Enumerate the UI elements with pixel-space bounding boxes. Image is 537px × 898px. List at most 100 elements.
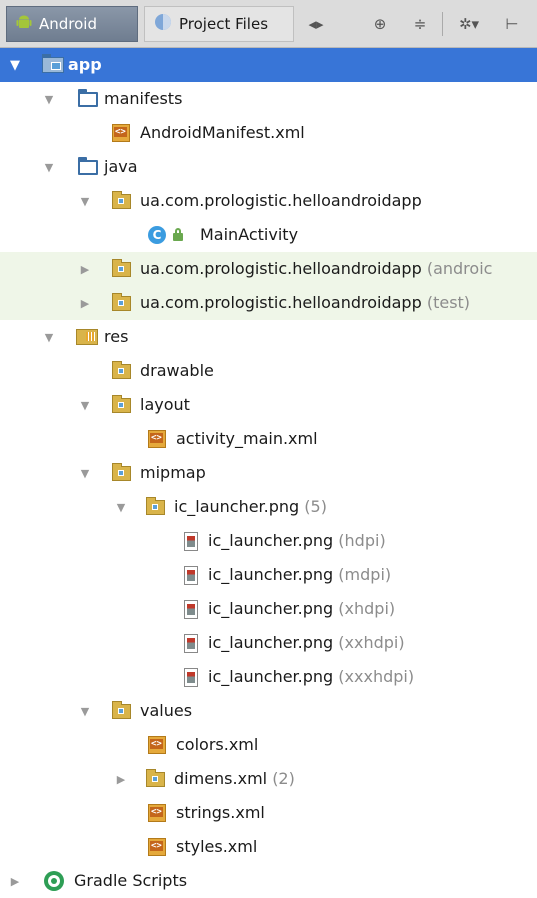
hide-panel-icon[interactable]: ⊢ [500,12,524,36]
tree-node-label: manifests [104,89,183,108]
expand-arrow-icon[interactable]: ▼ [78,704,92,718]
tree-node-qualifier: (xxxhdpi) [338,667,415,686]
tree-node-label: Gradle Scripts [74,871,188,890]
tree-node-android-manifest[interactable]: AndroidManifest.xml [0,116,537,150]
toolbar-divider [442,12,443,36]
tree-node-layout[interactable]: ▼ layout [0,388,537,422]
tree-node-qualifier: (xxhdpi) [338,633,405,652]
tab-android[interactable]: Android [6,6,138,42]
tree-node-label: dimens.xml [174,769,268,788]
xml-file-icon [148,838,166,856]
tree-node-label-group: ua.com.prologistic.helloandroidapp (andr… [140,259,492,278]
expand-arrow-icon[interactable]: ▼ [114,500,128,514]
gradle-icon [44,871,64,891]
tree-node-label: strings.xml [176,803,265,822]
tree-node-package-test[interactable]: ▶ ua.com.prologistic.helloandroidapp (te… [0,286,537,320]
folder-icon [112,701,131,719]
folder-icon [78,157,98,175]
tree-node-label-group: ic_launcher.png (xxhdpi) [208,633,405,652]
tree-node-label: java [104,157,138,176]
folder-icon [112,395,131,413]
tree-node-label: ua.com.prologistic.helloandroidapp [140,259,422,278]
expand-arrow-icon[interactable]: ▼ [42,330,56,344]
tree-node-label: ic_launcher.png [208,531,334,550]
tree-node-app[interactable]: ▼ app [0,48,537,82]
tree-node-dimens[interactable]: ▶ dimens.xml (2) [0,762,537,796]
tree-node-qualifier: (mdpi) [338,565,392,584]
tree-node-label-group: ua.com.prologistic.helloandroidapp (test… [140,293,470,312]
resource-folder-icon [76,329,98,345]
image-file-icon [184,566,198,585]
expand-arrow-icon[interactable]: ▼ [8,58,22,73]
tree-node-res[interactable]: ▼ res [0,320,537,354]
tree-node-main-activity[interactable]: C MainActivity [0,218,537,252]
tree-node-mipmap[interactable]: ▼ mipmap [0,456,537,490]
tree-node-label-group: ic_launcher.png (5) [174,497,327,516]
class-icon: C [148,226,166,244]
folder-icon [112,361,131,379]
tree-node-label: drawable [140,361,214,380]
tree-node-values[interactable]: ▼ values [0,694,537,728]
package-icon [112,191,131,209]
folder-icon [146,497,165,515]
package-icon [112,259,131,277]
tree-node-activity-main[interactable]: activity_main.xml [0,422,537,456]
tab-project-files-label: Project Files [179,15,269,33]
xml-file-icon [148,430,166,448]
tree-node-label: ua.com.prologistic.helloandroidapp [140,293,422,312]
image-file-icon [184,600,198,619]
collapsed-arrow-icon[interactable]: ▶ [78,296,92,310]
settings-icon[interactable]: ✲▾ [452,12,486,36]
tree-node-ic-launcher-group[interactable]: ▼ ic_launcher.png (5) [0,490,537,524]
tree-node-styles[interactable]: styles.xml [0,830,537,864]
folder-icon [146,769,165,787]
folder-icon [112,463,131,481]
collapsed-arrow-icon[interactable]: ▶ [8,874,22,888]
expand-arrow-icon[interactable]: ▼ [42,160,56,174]
switch-view-icon[interactable]: ◂▸ [304,12,328,36]
tree-node-label: ic_launcher.png [208,633,334,652]
package-icon [112,293,131,311]
tree-node-label: activity_main.xml [176,429,318,448]
tree-node-label-group: ic_launcher.png (hdpi) [208,531,386,550]
collapsed-arrow-icon[interactable]: ▶ [114,772,128,786]
tree-node-qualifier: (xhdpi) [338,599,396,618]
xml-file-icon [148,804,166,822]
tree-node-manifests[interactable]: ▼ manifests [0,82,537,116]
expand-arrow-icon[interactable]: ▼ [42,92,56,106]
project-toolbar: Android Project Files ◂▸ ⊕ ≑ ✲▾ ⊢ [0,0,537,48]
tree-node-ic-launcher-xxhdpi[interactable]: ic_launcher.png (xxhdpi) [0,626,537,660]
tree-node-label-group: ic_launcher.png (mdpi) [208,565,391,584]
tree-node-java[interactable]: ▼ java [0,150,537,184]
locate-icon[interactable]: ⊕ [368,12,392,36]
tree-node-label: ic_launcher.png [208,667,334,686]
tab-project-files[interactable]: Project Files [144,6,294,42]
tree-node-label: styles.xml [176,837,258,856]
tree-node-label-group: ic_launcher.png (xxxhdpi) [208,667,414,686]
tree-node-package-android-test[interactable]: ▶ ua.com.prologistic.helloandroidapp (an… [0,252,537,286]
tree-node-colors[interactable]: colors.xml [0,728,537,762]
tab-android-label: Android [39,15,97,33]
tree-node-label: AndroidManifest.xml [140,123,305,142]
expand-arrow-icon[interactable]: ▼ [78,194,92,208]
tree-node-label: ic_launcher.png [174,497,300,516]
tree-node-strings[interactable]: strings.xml [0,796,537,830]
expand-arrow-icon[interactable]: ▼ [78,466,92,480]
tree-node-label-group: dimens.xml (2) [174,769,295,788]
tree-node-gradle-scripts[interactable]: ▶ Gradle Scripts [0,864,537,898]
expand-arrow-icon[interactable]: ▼ [78,398,92,412]
tree-node-label-group: ic_launcher.png (xhdpi) [208,599,395,618]
xml-file-icon [112,124,130,142]
tree-node-package-main[interactable]: ▼ ua.com.prologistic.helloandroidapp [0,184,537,218]
tree-node-ic-launcher-xhdpi[interactable]: ic_launcher.png (xhdpi) [0,592,537,626]
collapse-all-icon[interactable]: ≑ [408,12,432,36]
tree-node-label: ic_launcher.png [208,565,334,584]
tree-node-drawable[interactable]: drawable [0,354,537,388]
tree-node-qualifier: (hdpi) [338,531,386,550]
tree-node-label: MainActivity [200,225,299,244]
tree-node-qualifier: (2) [272,769,295,788]
tree-node-ic-launcher-mdpi[interactable]: ic_launcher.png (mdpi) [0,558,537,592]
tree-node-ic-launcher-hdpi[interactable]: ic_launcher.png (hdpi) [0,524,537,558]
collapsed-arrow-icon[interactable]: ▶ [78,262,92,276]
tree-node-ic-launcher-xxxhdpi[interactable]: ic_launcher.png (xxxhdpi) [0,660,537,694]
